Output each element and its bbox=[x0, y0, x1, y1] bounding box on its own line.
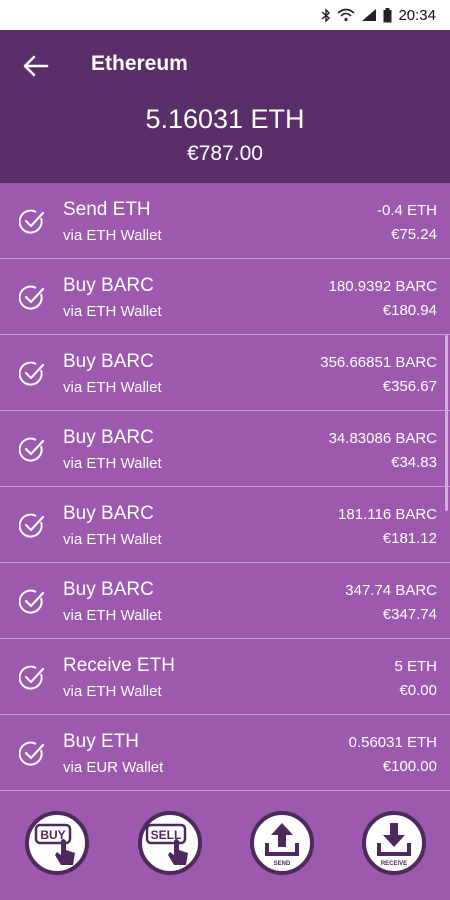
scrollbar-thumb[interactable] bbox=[445, 335, 448, 511]
battery-icon bbox=[383, 7, 392, 23]
transaction-fiat-value: €356.67 bbox=[382, 378, 437, 395]
transaction-list[interactable]: Send ETH via ETH Wallet -0.4 ETH €75.24 … bbox=[0, 183, 450, 793]
fiat-balance: €787.00 bbox=[187, 142, 263, 165]
sell-button[interactable]: SELL bbox=[138, 811, 202, 875]
status-time: 20:34 bbox=[398, 6, 436, 24]
transaction-amount: 180.9392 BARC bbox=[328, 278, 437, 295]
buy-hand-icon: BUY bbox=[25, 811, 89, 875]
transaction-fiat-value: €180.94 bbox=[382, 302, 437, 319]
buy-button[interactable]: BUY bbox=[25, 811, 89, 875]
status-bar: 20:34 bbox=[0, 0, 450, 30]
transaction-fiat-value: €0.00 bbox=[399, 682, 437, 699]
transaction-row[interactable]: Buy BARC via ETH Wallet 181.116 BARC €18… bbox=[0, 487, 450, 563]
transaction-row[interactable]: Receive ETH via ETH Wallet 5 ETH €0.00 bbox=[0, 639, 450, 715]
transaction-source: via ETH Wallet bbox=[63, 455, 162, 472]
transaction-amount: 0.56031 ETH bbox=[348, 734, 437, 751]
bluetooth-icon bbox=[321, 7, 331, 23]
transaction-title: Buy BARC bbox=[63, 275, 154, 296]
check-circle-icon bbox=[19, 589, 45, 614]
check-circle-icon bbox=[19, 285, 45, 310]
transaction-source: via EUR Wallet bbox=[63, 759, 164, 776]
transaction-title: Buy BARC bbox=[63, 351, 154, 372]
transaction-title: Buy BARC bbox=[63, 503, 154, 524]
transaction-title: Buy ETH bbox=[63, 731, 140, 752]
transaction-source: via ETH Wallet bbox=[63, 683, 162, 700]
wallet-header: Ethereum 5.16031 ETH €787.00 bbox=[0, 30, 450, 183]
check-circle-icon bbox=[19, 437, 45, 462]
upload-icon: SEND bbox=[250, 811, 314, 875]
transaction-row[interactable]: Send ETH via ETH Wallet -0.4 ETH €75.24 bbox=[0, 183, 450, 259]
download-icon: RECEIVE bbox=[362, 811, 426, 875]
transaction-title: Send ETH bbox=[63, 199, 151, 220]
check-circle-icon bbox=[19, 665, 45, 690]
transaction-row[interactable]: Buy BARC via ETH Wallet 34.83086 BARC €3… bbox=[0, 411, 450, 487]
transaction-amount: 5 ETH bbox=[394, 658, 437, 675]
transaction-fiat-value: €347.74 bbox=[382, 606, 437, 623]
signal-icon bbox=[361, 8, 377, 22]
transaction-fiat-value: €34.83 bbox=[391, 454, 437, 471]
transaction-title: Receive ETH bbox=[63, 655, 175, 676]
check-circle-icon bbox=[19, 361, 45, 386]
transaction-source: via ETH Wallet bbox=[63, 227, 162, 244]
transaction-fiat-value: €100.00 bbox=[382, 758, 437, 775]
send-button[interactable]: SEND bbox=[250, 811, 314, 875]
receive-label: RECEIVE bbox=[381, 861, 407, 867]
transaction-row[interactable]: Buy BARC via ETH Wallet 356.66851 BARC €… bbox=[0, 335, 450, 411]
crypto-balance: 5.16031 ETH bbox=[145, 104, 305, 134]
transaction-title: Buy BARC bbox=[63, 579, 154, 600]
check-circle-icon bbox=[19, 513, 45, 538]
transaction-source: via ETH Wallet bbox=[63, 531, 162, 548]
arrow-left-icon bbox=[23, 55, 49, 77]
transaction-amount: -0.4 ETH bbox=[376, 202, 437, 219]
page-title: Ethereum bbox=[91, 52, 188, 75]
transaction-amount: 347.74 BARC bbox=[345, 582, 437, 599]
transaction-row[interactable]: Buy ETH via EUR Wallet 0.56031 ETH €100.… bbox=[0, 715, 450, 791]
send-label: SEND bbox=[274, 861, 291, 867]
transaction-fiat-value: €181.12 bbox=[382, 530, 437, 547]
transaction-fiat-value: €75.24 bbox=[391, 226, 437, 243]
transaction-amount: 34.83086 BARC bbox=[328, 430, 437, 447]
transaction-source: via ETH Wallet bbox=[63, 303, 162, 320]
back-button[interactable] bbox=[20, 50, 52, 82]
action-bar: BUY SELL SEND RECEIVE bbox=[0, 793, 450, 900]
transaction-row[interactable]: Buy BARC via ETH Wallet 347.74 BARC €347… bbox=[0, 563, 450, 639]
check-circle-icon bbox=[19, 209, 45, 234]
sell-hand-icon: SELL bbox=[138, 811, 202, 875]
transaction-amount: 356.66851 BARC bbox=[320, 354, 437, 371]
transaction-title: Buy BARC bbox=[63, 427, 154, 448]
transaction-amount: 181.116 BARC bbox=[338, 506, 437, 523]
transaction-row[interactable]: Buy BARC via ETH Wallet 180.9392 BARC €1… bbox=[0, 259, 450, 335]
receive-button[interactable]: RECEIVE bbox=[362, 811, 426, 875]
check-circle-icon bbox=[19, 741, 45, 766]
wifi-icon bbox=[337, 8, 355, 22]
transaction-source: via ETH Wallet bbox=[63, 607, 162, 624]
transaction-source: via ETH Wallet bbox=[63, 379, 162, 396]
